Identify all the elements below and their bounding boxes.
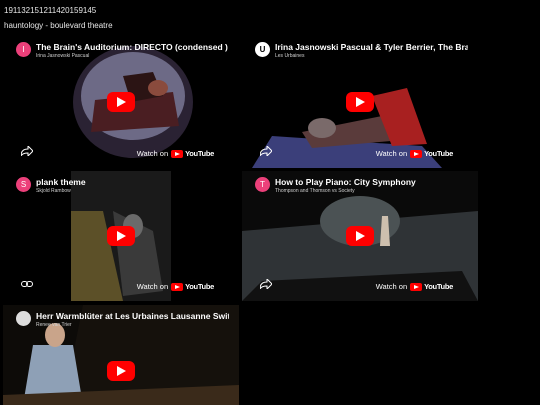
youtube-logo-icon <box>171 149 184 158</box>
link-icon[interactable] <box>21 279 33 289</box>
video-embed-2[interactable]: U Irina Jasnowski Pascual & Tyler Berrie… <box>242 36 478 168</box>
channel-avatar[interactable]: I <box>16 42 31 57</box>
channel-name[interactable]: Thompson and Thomson vs Society <box>275 188 355 194</box>
watch-on-youtube-link[interactable]: Watch on YouTube <box>136 282 215 291</box>
youtube-label: YouTube <box>424 149 453 158</box>
youtube-label: YouTube <box>185 149 214 158</box>
video-embed-3[interactable]: S plank theme Skjold Rambow Watch on You… <box>3 171 239 301</box>
play-icon <box>117 366 126 376</box>
video-embed-5[interactable]: Herr Warmblüter at Les Urbaines Lausanne… <box>3 305 239 405</box>
play-icon <box>356 97 365 107</box>
watch-label: Watch on <box>136 282 169 291</box>
watch-on-youtube-link[interactable]: Watch on YouTube <box>375 282 454 291</box>
channel-avatar[interactable]: T <box>255 177 270 192</box>
video-title[interactable]: The Brain's Auditorium: DIRECTO (condens… <box>36 42 229 52</box>
play-button[interactable] <box>346 92 374 112</box>
watch-label: Watch on <box>375 149 408 158</box>
video-title[interactable]: Irina Jasnowski Pascual & Tyler Berrier,… <box>275 42 468 52</box>
video-embed-4[interactable]: T How to Play Piano: City Symphony Thomp… <box>242 171 478 301</box>
channel-name[interactable]: Irina Jasnowski Pascual <box>36 53 89 59</box>
youtube-logo-icon <box>171 282 184 291</box>
video-title[interactable]: plank theme <box>36 177 229 187</box>
play-icon <box>356 231 365 241</box>
play-button[interactable] <box>346 226 374 246</box>
video-title[interactable]: How to Play Piano: City Symphony <box>275 177 468 187</box>
share-icon[interactable] <box>21 146 33 156</box>
post-id-text: 191132151211420159145 <box>4 6 97 15</box>
video-title[interactable]: Herr Warmblüter at Les Urbaines Lausanne… <box>36 311 229 321</box>
watch-on-youtube-link[interactable]: Watch on YouTube <box>375 149 454 158</box>
youtube-label: YouTube <box>185 282 214 291</box>
share-icon[interactable] <box>260 279 272 289</box>
play-button[interactable] <box>107 92 135 112</box>
channel-avatar[interactable] <box>16 311 31 326</box>
channel-name[interactable]: Les Urbaines <box>275 53 304 59</box>
share-icon[interactable] <box>260 146 272 156</box>
channel-avatar[interactable]: S <box>16 177 31 192</box>
watch-on-youtube-link[interactable]: Watch on YouTube <box>136 149 215 158</box>
watch-label: Watch on <box>136 149 169 158</box>
play-button[interactable] <box>107 226 135 246</box>
youtube-logo-icon <box>410 149 423 158</box>
play-icon <box>117 97 126 107</box>
youtube-logo-icon <box>410 282 423 291</box>
play-button[interactable] <box>107 361 135 381</box>
youtube-label: YouTube <box>424 282 453 291</box>
post-tagline: hauntology - boulevard theatre <box>4 21 113 30</box>
channel-name[interactable]: Renee van Trier <box>36 322 72 328</box>
channel-name[interactable]: Skjold Rambow <box>36 188 71 194</box>
channel-avatar[interactable]: U <box>255 42 270 57</box>
play-icon <box>117 231 126 241</box>
video-embed-1[interactable]: I The Brain's Auditorium: DIRECTO (conde… <box>3 36 239 168</box>
watch-label: Watch on <box>375 282 408 291</box>
